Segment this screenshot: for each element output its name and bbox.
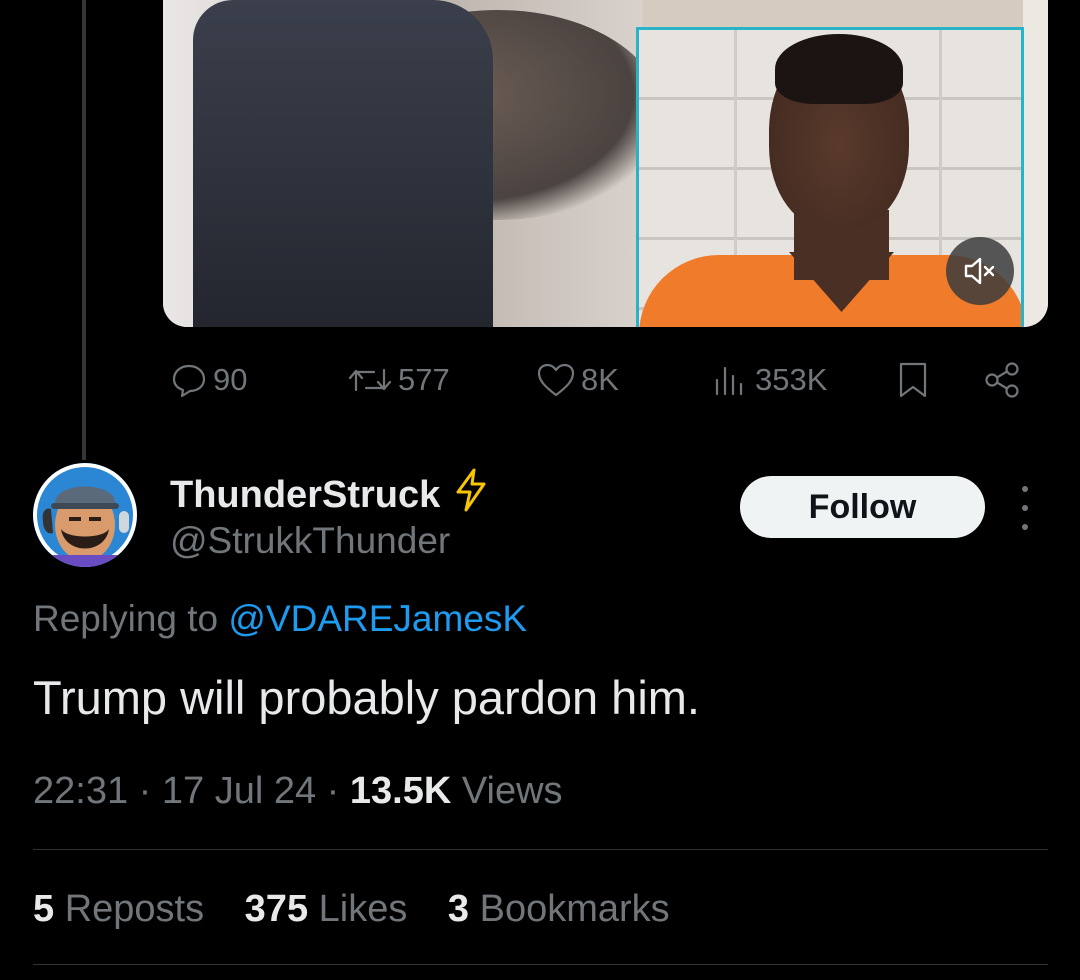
- bookmarks-label: Bookmarks: [479, 888, 670, 930]
- repost-count: 577: [398, 362, 450, 397]
- share-icon: [985, 362, 1019, 398]
- tweet-metadata: 22:31 · 17 Jul 24 · 13.5K Views: [33, 770, 563, 813]
- divider: [33, 964, 1048, 965]
- tweet-views-label: Views: [461, 770, 563, 812]
- more-dot-icon: [1022, 505, 1028, 511]
- replying-to-line: Replying to @VDAREJamesK: [33, 598, 527, 640]
- reposts-label: Reposts: [64, 888, 205, 930]
- thread-connector-line: [82, 0, 86, 460]
- follow-button[interactable]: Follow: [740, 476, 985, 538]
- like-icon: [537, 363, 575, 397]
- more-dot-icon: [1022, 524, 1028, 530]
- engagement-stats: 5 Reposts 375 Likes 3 Bookmarks: [33, 888, 700, 931]
- bookmarks-stat[interactable]: 3 Bookmarks: [448, 888, 670, 930]
- likes-label: Likes: [318, 888, 408, 930]
- reposts-stat[interactable]: 5 Reposts: [33, 888, 215, 930]
- reply-count: 90: [213, 362, 248, 397]
- bookmarks-count: 3: [447, 888, 470, 930]
- likes-stat[interactable]: 375 Likes: [245, 888, 418, 930]
- user-handle[interactable]: @StrukkThunder: [170, 520, 450, 562]
- display-name[interactable]: ThunderStruck: [170, 468, 488, 522]
- mute-button[interactable]: [946, 237, 1014, 305]
- views-button[interactable]: 353K: [711, 355, 827, 405]
- video-frame-background-top: [643, 0, 1048, 30]
- repost-icon: [348, 368, 392, 392]
- replying-to-mention[interactable]: @VDAREJamesK: [228, 598, 527, 639]
- repost-button[interactable]: 577: [346, 355, 450, 405]
- video-frame-background-edge: [1023, 0, 1048, 327]
- tweet-date[interactable]: 17 Jul 24: [162, 770, 316, 812]
- display-name-text: ThunderStruck: [170, 473, 441, 516]
- more-options-button[interactable]: [1010, 486, 1040, 530]
- tweet-video[interactable]: [163, 0, 1048, 327]
- tweet-text: Trump will probably pardon him.: [33, 671, 700, 724]
- more-dot-icon: [1022, 486, 1028, 492]
- divider: [33, 849, 1048, 850]
- avatar[interactable]: [33, 463, 137, 567]
- views-count: 353K: [755, 362, 828, 397]
- tweet-time[interactable]: 22:31: [33, 770, 128, 812]
- lightning-bolt-icon: [454, 468, 488, 522]
- views-icon: [715, 366, 743, 396]
- tweet-views-count: 13.5K: [349, 770, 452, 812]
- reply-button[interactable]: 90: [169, 355, 247, 405]
- replying-to-prefix: Replying to: [33, 598, 219, 639]
- bookmark-icon: [899, 362, 927, 398]
- like-count: 8K: [581, 362, 619, 397]
- avatar-illustration: [33, 463, 137, 567]
- meta-separator: ·: [326, 770, 340, 812]
- likes-count: 375: [244, 888, 309, 930]
- volume-mute-icon: [964, 257, 995, 285]
- video-frame-figure-dark: [193, 0, 493, 327]
- meta-separator: ·: [138, 770, 152, 812]
- share-button[interactable]: [981, 355, 1023, 405]
- hair: [775, 34, 903, 104]
- tweet-actions: 90 577 8K 353K: [163, 355, 1033, 405]
- like-button[interactable]: 8K: [535, 355, 619, 405]
- reposts-count: 5: [33, 888, 55, 930]
- reply-icon: [172, 364, 206, 398]
- bookmark-button[interactable]: [893, 355, 933, 405]
